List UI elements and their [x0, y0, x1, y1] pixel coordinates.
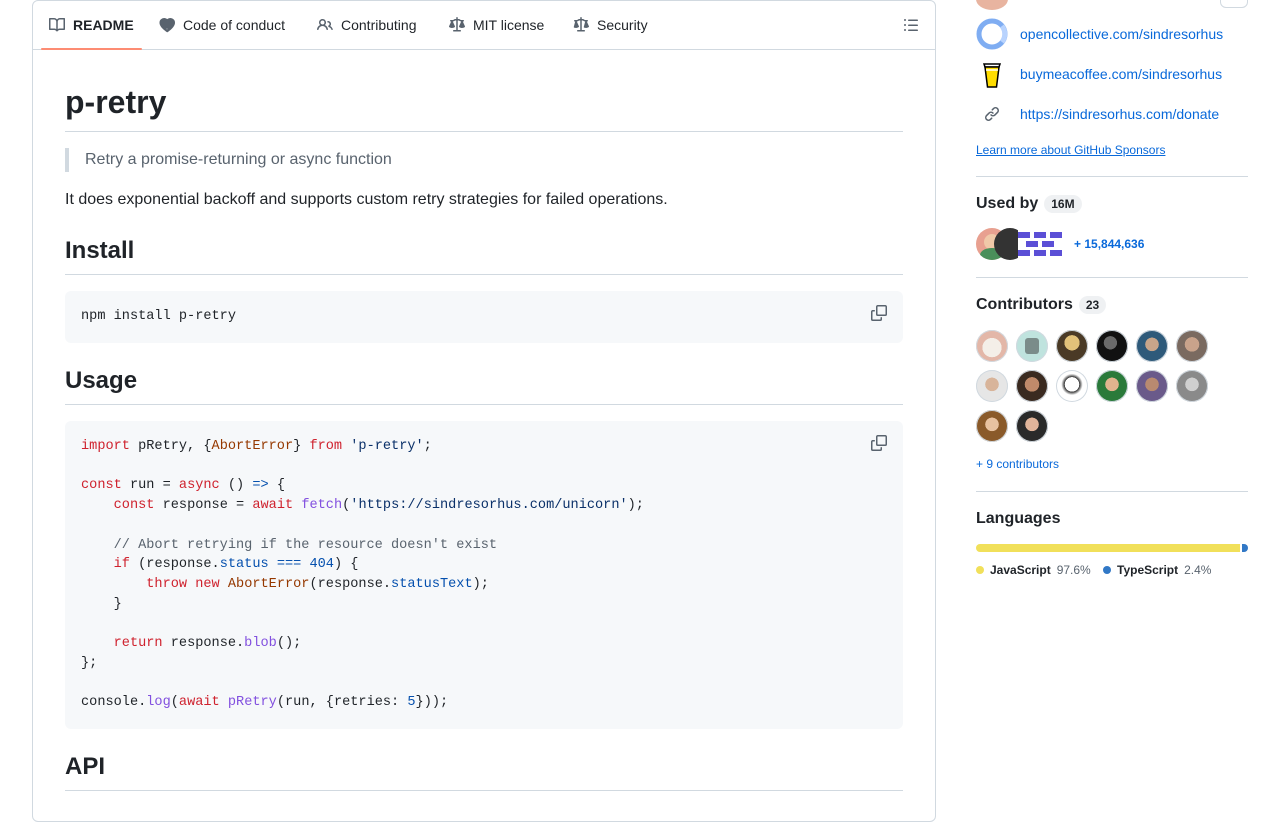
contributor-avatar[interactable] — [1016, 330, 1048, 362]
tab-readme[interactable]: README — [41, 1, 142, 50]
code-line: return response.blob(); — [113, 636, 302, 652]
readme-tagline: Retry a promise-returning or async funct… — [65, 148, 392, 172]
sponsor-link-text[interactable]: buymeacoffee.com/sindresorhus — [1020, 66, 1222, 82]
install-code-block: npm install p-retry — [65, 291, 903, 343]
contributor-avatar[interactable] — [1136, 330, 1168, 362]
contributor-avatar[interactable] — [976, 330, 1008, 362]
code-of-conduct-icon — [159, 17, 175, 33]
learn-more-sponsors-link[interactable]: Learn more about GitHub Sponsors — [976, 143, 1165, 157]
code-line: } — [81, 596, 122, 612]
readme-tabs: README Code of conduct Contributing MIT … — [33, 1, 935, 50]
sponsor-link-text[interactable]: opencollective.com/sindresorhus — [1020, 26, 1223, 42]
copy-button[interactable] — [871, 435, 887, 451]
law-icon — [449, 17, 465, 32]
list-unordered-icon — [904, 19, 918, 31]
install-heading: Install — [65, 236, 903, 275]
divider — [976, 176, 1248, 177]
used-by-label: Used by — [976, 195, 1039, 212]
contributors-heading[interactable]: Contributors 23 — [976, 296, 1107, 314]
code-line: import pRetry, {AbortError} from 'p-retr… — [81, 439, 432, 454]
code-line: }; — [81, 655, 98, 671]
sponsor-link-donate[interactable]: https://sindresorhus.com/donate — [976, 98, 1219, 130]
contributor-avatar[interactable] — [1096, 370, 1128, 402]
sponsor-link-opencollective[interactable]: opencollective.com/sindresorhus — [976, 18, 1223, 50]
tab-label: MIT license — [473, 17, 545, 33]
sponsor-button[interactable] — [1220, 0, 1248, 8]
readme-description: It does exponential backoff and supports… — [65, 191, 668, 208]
used-by-more-link[interactable]: + 15,844,636 — [1074, 237, 1144, 251]
language-percent: 97.6% — [1056, 563, 1091, 577]
avatar — [976, 0, 1008, 10]
copy-icon — [871, 435, 887, 451]
usage-heading: Usage — [65, 366, 903, 405]
code-line: // Abort retrying if the resource doesn'… — [81, 537, 498, 553]
tab-code-of-conduct[interactable]: Code of conduct — [159, 1, 285, 49]
law-icon — [573, 17, 589, 32]
language-bar-segment-javascript — [976, 544, 1240, 552]
language-color-dot — [1103, 566, 1111, 574]
divider — [976, 491, 1248, 492]
language-item-javascript[interactable]: JavaScript 97.6% — [976, 563, 1091, 577]
used-by-count: 16M — [1044, 195, 1082, 213]
contributor-avatar[interactable] — [976, 370, 1008, 402]
contributor-avatar[interactable] — [1016, 410, 1048, 442]
code-line: console.log(await pRetry(run, {retries: … — [81, 695, 449, 711]
contributors-count: 23 — [1078, 296, 1107, 314]
tab-contributing[interactable]: Contributing — [317, 1, 417, 49]
outline-button[interactable] — [903, 17, 919, 33]
copy-icon — [871, 305, 887, 321]
tab-mit-license[interactable]: MIT license — [449, 1, 544, 49]
contributor-avatar[interactable] — [1176, 330, 1208, 362]
contributor-avatar[interactable] — [1056, 370, 1088, 402]
contributor-avatar[interactable] — [1096, 330, 1128, 362]
avatar[interactable] — [1018, 230, 1066, 258]
link-icon — [976, 98, 1008, 130]
more-contributors-link[interactable]: + 9 contributors — [976, 457, 1059, 471]
language-color-dot — [976, 566, 984, 574]
contributor-avatar[interactable] — [976, 410, 1008, 442]
contributor-avatar[interactable] — [1176, 370, 1208, 402]
tab-security[interactable]: Security — [573, 1, 648, 49]
readme-panel: README Code of conduct Contributing MIT … — [32, 0, 936, 822]
language-name: JavaScript — [990, 563, 1051, 577]
tab-label: Security — [597, 17, 648, 33]
language-bar-segment-typescript — [1241, 544, 1248, 552]
language-item-typescript[interactable]: TypeScript 2.4% — [1103, 563, 1211, 577]
tab-label: README — [73, 17, 134, 33]
tab-label: Code of conduct — [183, 17, 285, 33]
sponsor-link-buymeacoffee[interactable]: buymeacoffee.com/sindresorhus — [976, 58, 1222, 90]
buymeacoffee-icon — [976, 58, 1008, 90]
usage-code-block: import pRetry, {AbortError} from 'p-retr… — [65, 421, 903, 729]
code-line: throw new AbortError(response.statusText… — [146, 576, 489, 592]
code-line: const response = await fetch('https://si… — [113, 498, 644, 514]
code-line: if (response.status === 404) { — [113, 557, 359, 573]
used-by-heading[interactable]: Used by 16M — [976, 195, 1082, 213]
code-line: const run = async () => { — [81, 478, 285, 494]
contributor-avatar[interactable] — [1136, 370, 1168, 402]
usage-code[interactable]: import pRetry, {AbortError} from 'p-retr… — [65, 421, 903, 729]
languages-heading: Languages — [976, 510, 1061, 527]
contributor-avatar[interactable] — [1016, 370, 1048, 402]
languages-bar — [976, 544, 1248, 552]
contributor-avatar[interactable] — [1056, 330, 1088, 362]
install-code[interactable]: npm install p-retry — [65, 291, 903, 343]
language-name: TypeScript — [1117, 563, 1179, 577]
people-icon — [317, 18, 333, 31]
sponsor-link-text[interactable]: https://sindresorhus.com/donate — [1020, 106, 1219, 122]
language-percent: 2.4% — [1184, 563, 1212, 577]
divider — [976, 277, 1248, 278]
copy-button[interactable] — [871, 305, 887, 321]
readme-title: p-retry — [65, 83, 903, 132]
tab-label: Contributing — [341, 17, 417, 33]
contributors-label: Contributors — [976, 296, 1073, 313]
api-heading: API — [65, 752, 903, 791]
opencollective-icon — [976, 18, 1008, 50]
book-icon — [49, 17, 65, 32]
